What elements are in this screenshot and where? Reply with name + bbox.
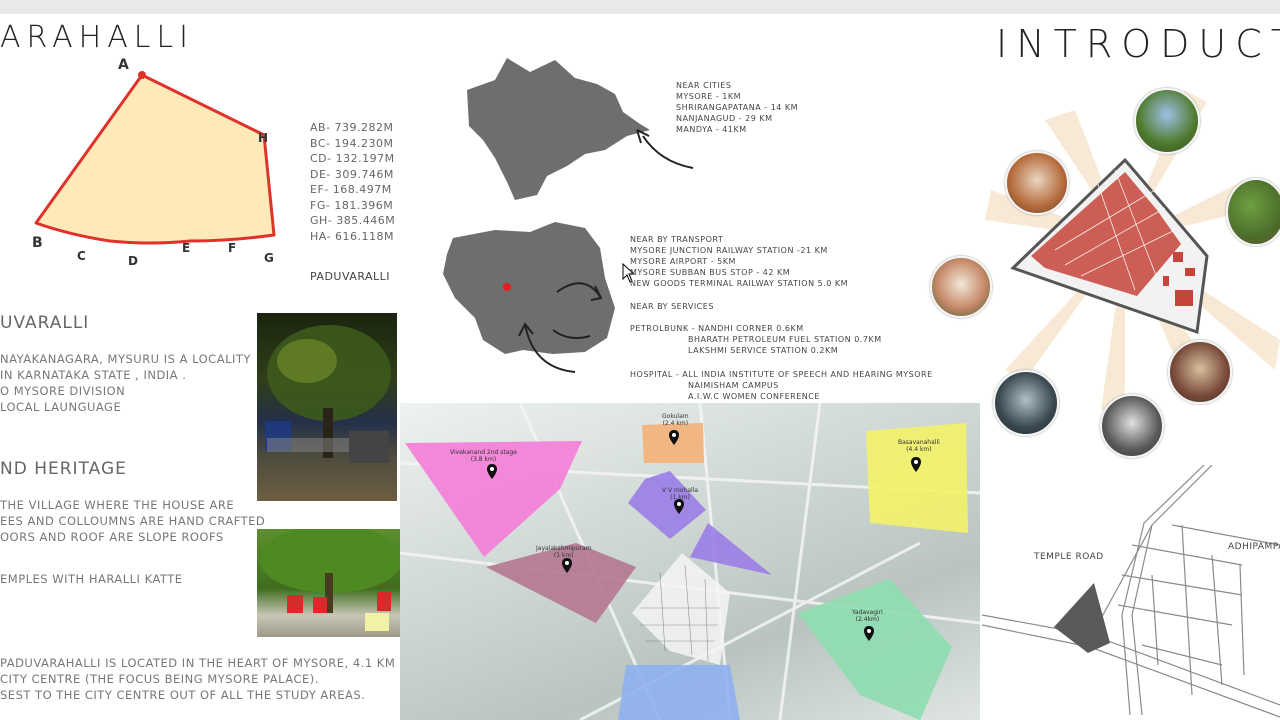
district-map [443,222,615,373]
night-tree-photo [257,313,397,501]
measurements-list: AB- 739.282m BC- 194.230m CD- 132.197m D… [310,120,395,244]
road-network [982,465,1280,718]
location-text: PADUVARAHALLI IS LOCATED IN THE HEART OF… [0,656,396,702]
near-transport: NEAR BY TRANSPORT MYSORE JUNCTION RAILWA… [630,235,849,288]
top-bar [0,0,1280,14]
map-pin-icon [674,499,684,514]
vertex-d: D [128,254,138,268]
map-pin-icon [911,457,921,472]
measurement: BC- 194.230m [310,136,394,150]
hospital-list: HOSPITAL - ALL INDIA INSTITUTE OF SPEECH… [630,370,933,401]
vertex-b: B [32,235,43,251]
location-marker-icon [503,283,511,291]
vertex-c: C [77,249,86,263]
measurement: CD- 132.197m [310,152,395,165]
near-cities: NEAR CITIES MYSORE - 1KM SHRIRANGAPATANA… [676,81,799,134]
site-photo-circle [930,256,992,318]
region-label: Gokulam (2.4 km) [662,413,689,427]
title-left: ARAHALLI [0,20,195,55]
vertex-a: A [118,57,129,73]
measurement: GH- 385.446m [310,214,396,227]
petrol-list: PETROLBUNK - NANDHI CORNER 0.6KM BHARATH… [630,324,882,355]
site-photo-circle [1134,88,1200,154]
heritage-text: THE VILLAGE WHERE THE HOUSE ARE EES AND … [0,498,266,544]
vertex-h: H [258,131,268,145]
vertex-e: E [182,241,190,255]
region-label: Vivekanand 2nd stage (3.8 km) [450,449,517,463]
region-yadavagiri [798,579,952,720]
map-pin-icon [669,430,679,445]
site-photo-circle [1005,151,1069,215]
region-label: Basavanahalli (4.4 km) [898,439,940,453]
site-highlight [1054,583,1110,653]
measurement: HA- 616.118m [310,229,394,243]
site-photo-circle [1100,394,1164,458]
measurement: EF- 168.497m [310,183,392,196]
regions-map: Vivekanand 2nd stage (3.8 km) Gokulam (2.4… [400,403,980,720]
region-vv-extension [690,523,772,575]
state-map [467,58,694,200]
locality-text: NAYAKANAGARA, MYSURU IS A LOCALITY IN KA… [0,352,251,414]
map-pin-icon [487,464,497,479]
measurement: FG- 181.396m [310,198,394,212]
site-photo-circle [993,370,1059,436]
section-heading: UVARALLI [0,313,90,333]
vertex-f: F [228,241,236,255]
site-photo-circle [1226,178,1280,246]
plot-name: PADUVARALLI [310,270,391,283]
adhipampa-road-label: ADHIPAMPA R [1228,542,1280,552]
katte-photo [257,529,403,637]
state-shape [467,58,650,200]
temples-text: EMPLES WITH HARALLI KATTE [0,572,183,586]
map-pin-icon [562,558,572,573]
vertex-g: G [264,251,274,265]
near-services: NEAR BY SERVICES [630,302,714,311]
title-right: INTRODUCT [996,22,1280,66]
map-pin-icon [864,626,874,641]
temple-road-label: TEMPLE ROAD [1034,552,1104,562]
plot-shape [34,73,276,245]
measurement: DE- 309.746m [310,167,394,181]
plot-diagram: A B C D E F G H [32,57,276,268]
district-shape [443,222,615,354]
site-photo-circle [1168,340,1232,404]
region-vv-mohalla [628,471,706,539]
heritage-heading: ND HERITAGE [0,459,127,479]
lake-area [618,665,740,720]
region-label: Yadavagiri (2.4km) [852,609,883,623]
measurement: AB- 739.282m [310,121,394,134]
arrow-icon [642,135,694,169]
